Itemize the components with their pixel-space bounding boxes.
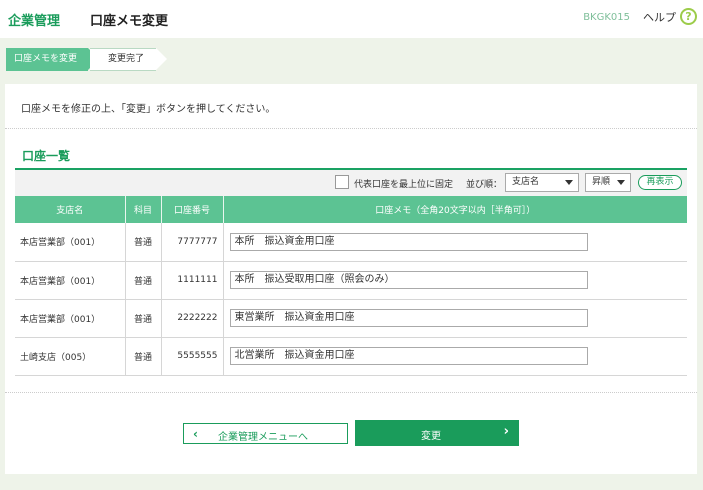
pin-primary-checkbox[interactable] [335, 175, 349, 189]
cell-number: 1111111 [161, 261, 224, 300]
chevron-right-icon: › [503, 424, 509, 439]
step-current: 口座メモを変更 [6, 48, 99, 71]
redisplay-button[interactable]: 再表示 [638, 175, 682, 190]
account-table: 支店名 科目 口座番号 口座メモ（全角20文字以内［半角可］） 本店営業部（00… [15, 196, 687, 376]
back-button-label: 企業管理メニューへ [218, 432, 308, 443]
cell-number: 7777777 [161, 223, 224, 262]
cell-memo: 本所 振込資金用口座 [223, 223, 687, 262]
section-title: 口座一覧 [22, 149, 71, 163]
cell-type: 普通 [125, 261, 162, 300]
cell-branch: 本店営業部（001） [15, 299, 126, 338]
cell-number: 5555555 [161, 337, 224, 376]
chevron-down-icon [565, 180, 573, 185]
sort-key-value: 支店名 [512, 177, 540, 187]
col-type: 科目 [125, 196, 162, 223]
page-title: 口座メモ変更 [90, 13, 169, 29]
cell-type: 普通 [125, 337, 162, 376]
table-header-row: 支店名 科目 口座番号 口座メモ（全角20文字以内［半角可］） [15, 196, 687, 223]
submit-button-label: 変更 [421, 431, 441, 442]
pin-primary-label: 代表口座を最上位に固定 [354, 180, 454, 190]
app-header: 企業管理 口座メモ変更 BKGK015 ヘルプ ? [0, 0, 703, 38]
table-row: 本店営業部（001） 普通 2222222 東営業所 振込資金用口座 [15, 299, 687, 338]
sort-label: 並び順： [466, 180, 503, 190]
chevron-down-icon [617, 180, 625, 185]
cell-memo: 北営業所 振込資金用口座 [223, 337, 687, 376]
cell-memo: 東営業所 振込資金用口座 [223, 299, 687, 338]
col-memo: 口座メモ（全角20文字以内［半角可］） [223, 196, 687, 223]
table-row: 土崎支店（005） 普通 5555555 北営業所 振込資金用口座 [15, 337, 687, 376]
cell-type: 普通 [125, 223, 162, 262]
memo-input[interactable]: 東営業所 振込資金用口座 [229, 309, 588, 327]
brand-label[interactable]: 企業管理 [8, 10, 60, 29]
cell-branch: 土崎支店（005） [15, 337, 126, 376]
sort-key-select[interactable]: 支店名 [505, 173, 579, 192]
sort-order-select[interactable]: 昇順 [585, 173, 631, 192]
help-label: ヘルプ [643, 10, 676, 24]
memo-input[interactable]: 本所 振込資金用口座 [229, 232, 588, 251]
divider [5, 128, 697, 129]
cell-number: 2222222 [161, 299, 224, 338]
memo-input[interactable]: 北営業所 振込資金用口座 [229, 347, 588, 365]
help-link[interactable]: ヘルプ ? [643, 8, 697, 25]
cell-memo: 本所 振込受取用口座（照会のみ） [223, 261, 687, 300]
divider [5, 392, 697, 393]
col-number: 口座番号 [161, 196, 224, 223]
main-panel: 口座メモを修正の上、「変更」ボタンを押してください。 口座一覧 代表口座を最上位… [5, 84, 697, 474]
cell-type: 普通 [125, 299, 162, 338]
sort-order-value: 昇順 [592, 177, 611, 187]
instruction-text: 口座メモを修正の上、「変更」ボタンを押してください。 [21, 104, 276, 115]
cell-branch: 本店営業部（001） [15, 223, 126, 262]
table-row: 本店営業部（001） 普通 1111111 本所 振込受取用口座（照会のみ） [15, 261, 687, 300]
submit-change-button[interactable]: 変更 › [355, 420, 519, 446]
cell-branch: 本店営業部（001） [15, 261, 126, 300]
back-to-menu-button[interactable]: ‹ 企業管理メニューへ [183, 423, 348, 444]
help-icon: ? [680, 8, 697, 25]
table-row: 本店営業部（001） 普通 7777777 本所 振込資金用口座 [15, 223, 687, 262]
step-next: 変更完了 [90, 48, 167, 71]
table-options-bar: 代表口座を最上位に固定 並び順： 支店名 昇順 再表示 [15, 170, 687, 196]
memo-input[interactable]: 本所 振込受取用口座（照会のみ） [229, 271, 588, 289]
chevron-left-icon: ‹ [193, 427, 198, 441]
step-indicator: 口座メモを変更 変更完了 [6, 48, 167, 71]
col-branch: 支店名 [15, 196, 126, 223]
screen-id: BKGK015 [583, 12, 630, 23]
